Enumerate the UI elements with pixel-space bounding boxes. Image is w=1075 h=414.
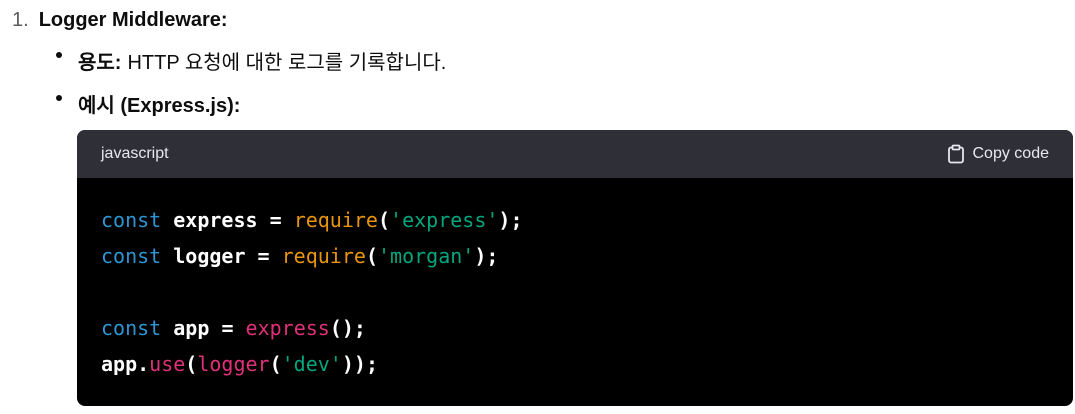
- code-token: logger: [197, 352, 270, 376]
- code-token: 'express': [390, 208, 499, 232]
- bullet-text: HTTP 요청에 대한 로그를 기록합니다.: [127, 51, 447, 74]
- code-token: use: [149, 352, 186, 376]
- bullet-label: 예시 (Express.js):: [78, 94, 241, 117]
- code-token: .: [137, 352, 150, 376]
- code-token: const: [101, 208, 162, 232]
- code-token: =: [269, 208, 282, 232]
- chat-message-content: 1. Logger Middleware: 용도: HTTP 요청에 대한 로그…: [0, 0, 1075, 414]
- code-token: express: [161, 208, 270, 232]
- list-number: 1.: [12, 8, 29, 31]
- code-token: ));: [341, 352, 378, 376]
- code-block: javascript Copy code const express = req…: [77, 130, 1073, 406]
- clipboard-icon: [947, 144, 965, 164]
- code-token: logger: [161, 244, 258, 268]
- code-token: require: [281, 244, 366, 268]
- code-token: );: [474, 244, 499, 268]
- code-token: 'morgan': [377, 244, 475, 268]
- ordered-list-item: 1. Logger Middleware:: [12, 6, 228, 34]
- code-line: app.use(logger('dev'));: [101, 346, 1049, 382]
- list-item-title: Logger Middleware:: [38, 8, 228, 31]
- code-token: app: [161, 316, 222, 340]
- code-token: );: [498, 208, 523, 232]
- code-line: const app = express();: [101, 310, 1049, 346]
- copy-code-button[interactable]: Copy code: [947, 144, 1050, 164]
- code-token: (: [185, 352, 198, 376]
- bullet-dot-icon: [56, 52, 62, 58]
- code-line: const express = require('express');: [101, 202, 1049, 238]
- code-token: const: [101, 244, 162, 268]
- code-token: 'dev': [281, 352, 342, 376]
- code-token: (: [269, 352, 282, 376]
- code-token: require: [293, 208, 378, 232]
- copy-code-label: Copy code: [972, 145, 1050, 162]
- bullet-example: 예시 (Express.js):: [56, 88, 240, 118]
- code-token: =: [257, 244, 270, 268]
- code-token: app: [101, 352, 138, 376]
- code-token: (: [377, 208, 391, 232]
- code-token: express: [245, 316, 330, 340]
- code-line: const logger = require('morgan');: [101, 238, 1049, 274]
- bullet-purpose: 용도: HTTP 요청에 대한 로그를 기록합니다.: [56, 45, 446, 75]
- bullet-label: 용도:: [78, 51, 122, 74]
- code-token: ();: [329, 316, 366, 340]
- code-content: const express = require('express'); const…: [77, 178, 1073, 382]
- bullet-dot-icon: [56, 95, 62, 101]
- code-token: const: [101, 316, 162, 340]
- code-token: =: [221, 316, 234, 340]
- code-token: (: [365, 244, 378, 268]
- code-language-label: javascript: [101, 145, 169, 162]
- code-block-header: javascript Copy code: [77, 130, 1073, 178]
